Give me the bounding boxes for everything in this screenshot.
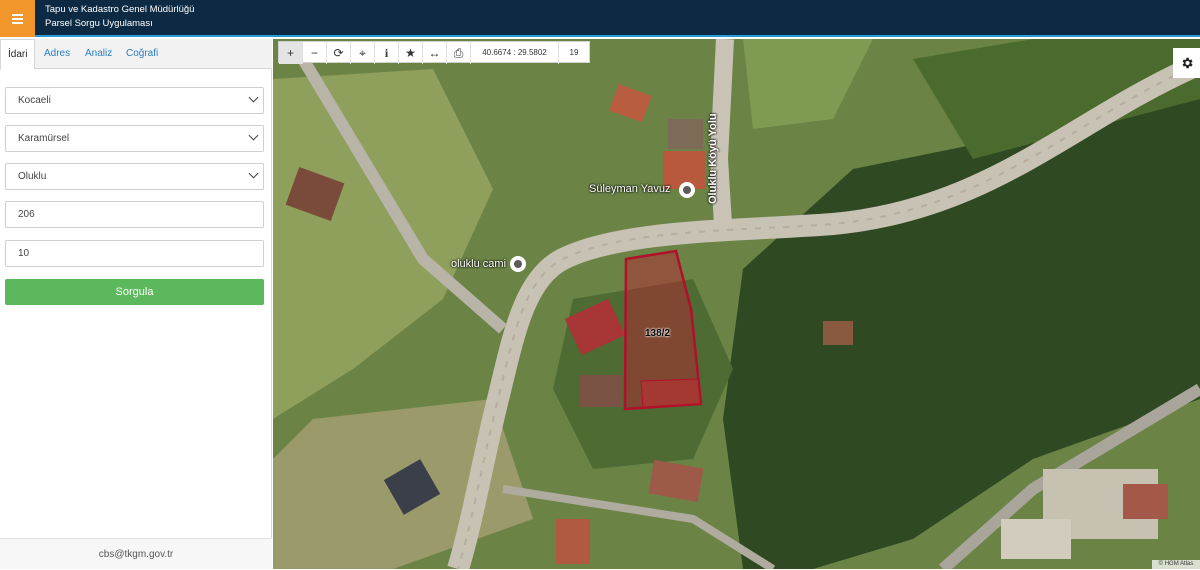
sidebar-tabs: İdari Adres Analiz Coğrafi: [0, 39, 272, 70]
parcel-value: 10: [18, 248, 30, 259]
locate-icon[interactable]: ⌖: [351, 42, 375, 64]
settings-button[interactable]: [1173, 48, 1200, 78]
print-icon[interactable]: ⎙: [447, 42, 471, 64]
location-pin-icon[interactable]: [679, 182, 695, 198]
chevron-down-icon: [248, 130, 259, 141]
zoom-level-readout: 19: [569, 48, 579, 57]
chevron-down-icon: [248, 168, 259, 179]
block-input[interactable]: 206: [5, 201, 264, 228]
gear-icon: [1182, 57, 1193, 69]
sidebar: İdari Adres Analiz Coğrafi Kocaeli Karam…: [0, 39, 272, 569]
neighborhood-select[interactable]: Oluklu: [5, 163, 264, 190]
chevron-down-icon: [248, 92, 259, 103]
footer-email[interactable]: cbs@tkgm.gov.tr: [0, 538, 272, 569]
parcel-input[interactable]: 10: [5, 240, 264, 267]
star-icon[interactable]: ★: [399, 42, 423, 64]
zoom-out-icon[interactable]: −: [303, 42, 327, 64]
district-value: Karamürsel: [18, 133, 70, 144]
map-attribution: © HGM Atlas: [1152, 560, 1200, 569]
tab-idari[interactable]: İdari: [0, 39, 36, 70]
coordinate-readout: 40.6674 : 29.5802: [471, 42, 559, 64]
neighborhood-value: Oluklu: [18, 171, 47, 182]
province-select[interactable]: Kocaeli: [5, 87, 264, 114]
road-label: Oluklu Köyü Yolu: [707, 113, 719, 204]
query-button[interactable]: Sorgula: [5, 279, 264, 305]
tab-adres[interactable]: Adres: [44, 39, 70, 69]
block-value: 206: [18, 209, 35, 220]
province-value: Kocaeli: [18, 95, 51, 106]
tab-cografi[interactable]: Coğrafi: [126, 39, 158, 69]
map-toolbar: + − ⟳ ⌖ i ★ ↔ ⎙ 40.6674 : 29.5802 19: [278, 41, 590, 64]
map-view[interactable]: Süleyman Yavuz oluklu cami Oluklu Köyü Y…: [273, 39, 1200, 569]
hamburger-menu-button[interactable]: [0, 0, 35, 37]
app-title-line2: Parsel Sorgu Uygulaması: [45, 18, 153, 29]
parcel-label[interactable]: 138/2: [645, 328, 670, 339]
app-title-line1: Tapu ve Kadastro Genel Müdürlüğü: [45, 4, 195, 15]
app-header: Tapu ve Kadastro Genel Müdürlüğü Parsel …: [0, 0, 1200, 37]
satellite-map: [273, 39, 1200, 569]
poi-person-label[interactable]: Süleyman Yavuz: [589, 183, 671, 195]
info-icon[interactable]: i: [375, 42, 399, 64]
zoom-in-icon[interactable]: +: [279, 42, 303, 64]
district-select[interactable]: Karamürsel: [5, 125, 264, 152]
tab-analiz[interactable]: Analiz: [85, 39, 112, 69]
mosque-pin-icon[interactable]: [510, 256, 526, 272]
hamburger-icon: [12, 17, 23, 20]
refresh-icon[interactable]: ⟳: [327, 42, 351, 64]
poi-mosque-label[interactable]: oluklu cami: [451, 258, 506, 270]
measure-icon[interactable]: ↔: [423, 42, 447, 64]
app-title: Tapu ve Kadastro Genel Müdürlüğü Parsel …: [45, 3, 194, 31]
